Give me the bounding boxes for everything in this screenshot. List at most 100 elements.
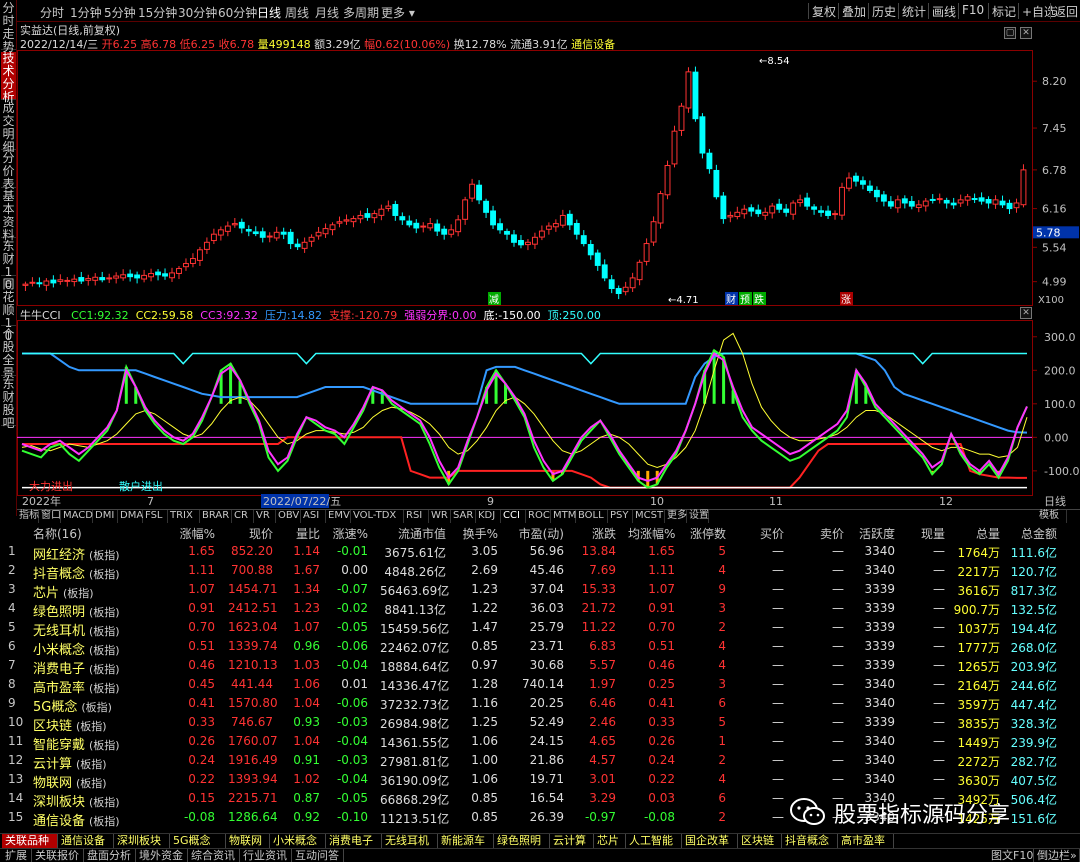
table-row[interactable]: 13 物联网 (板指) 0.22 1393.94 1.02 -0.04 36190.09亿 1.…: [0, 770, 1080, 791]
indicator-tab-17[interactable]: KDJ: [476, 510, 501, 523]
related-tab-6[interactable]: 消费电子: [326, 834, 382, 848]
table-row[interactable]: 8 高市盈率 (板指) 0.45 441.44 1.06 0.01 14336.47亿 1.28…: [0, 675, 1080, 696]
period-2[interactable]: 5分钟: [104, 4, 136, 21]
table-row[interactable]: 10 区块链 (板指) 0.33 746.67 0.93 -0.03 26984.98亿 1.2…: [0, 713, 1080, 734]
indicator-tab-21[interactable]: BOLL: [576, 510, 608, 523]
table-row[interactable]: 1 网红经济 (板指) 1.65 852.20 1.14 -0.01 3675.61亿 3.05…: [0, 542, 1080, 563]
period-0[interactable]: 分时: [40, 4, 64, 21]
tool-8[interactable]: 返回: [1050, 3, 1080, 19]
left-tab-2[interactable]: 成交明细: [1, 102, 16, 154]
indicator-tab-3[interactable]: DMI: [93, 510, 118, 523]
related-tab-10[interactable]: 云计算: [550, 834, 594, 848]
left-tab-1[interactable]: 技术分析: [1, 52, 16, 104]
indicator-tab-4[interactable]: DMA: [118, 510, 143, 523]
period-6[interactable]: 日线: [257, 4, 281, 21]
indicator-tab-1[interactable]: 窗口: [39, 510, 61, 523]
col-header-11[interactable]: 买价: [740, 525, 784, 542]
table-row[interactable]: 5 无线耳机 (板指) 0.70 1623.04 1.07 -0.05 15459.56亿 1.…: [0, 618, 1080, 639]
indicator-tab-18[interactable]: CCI: [501, 510, 526, 523]
col-header-16[interactable]: 总金额: [1005, 525, 1057, 542]
related-tab-12[interactable]: 人工智能: [626, 834, 682, 848]
candlestick-chart[interactable]: 8.20 7.45 6.78 6.16 5.54 4.99 5.78 X100 ←8.54 ←4.…: [17, 50, 1080, 306]
related-tab-5[interactable]: 小米概念: [270, 834, 326, 848]
f10-button[interactable]: 图文F10: [988, 849, 1034, 862]
col-header-13[interactable]: 活跃度: [855, 525, 895, 542]
col-header-5[interactable]: 流通市值: [380, 525, 446, 542]
indicator-tab-19[interactable]: ROC: [526, 510, 551, 523]
indicator-tab-8[interactable]: CR: [232, 510, 254, 523]
col-header-10[interactable]: 涨停数: [688, 525, 726, 542]
period-3[interactable]: 15分钟: [138, 4, 177, 21]
related-tab-16[interactable]: 高市盈率: [838, 834, 894, 848]
col-header-3[interactable]: 量比: [282, 525, 320, 542]
indicator-tab-2[interactable]: MACD: [61, 510, 93, 523]
status-tab-5[interactable]: 行业资讯: [240, 849, 292, 862]
tool-2[interactable]: 历史: [868, 3, 899, 19]
status-tab-0[interactable]: 扩展: [2, 849, 32, 862]
period-8[interactable]: 月线: [315, 4, 339, 21]
indicator-tab-15[interactable]: WR: [429, 510, 451, 523]
period-7[interactable]: 周线: [285, 4, 309, 21]
indicator-tab-10[interactable]: OBV: [276, 510, 301, 523]
related-tab-15[interactable]: 抖音概念: [782, 834, 838, 848]
related-tab-14[interactable]: 区块链: [738, 834, 782, 848]
indicator-tab-22[interactable]: PSY: [608, 510, 633, 523]
indicator-tab-23[interactable]: MCST: [633, 510, 665, 523]
sidebar-toggle[interactable]: 倒边栏»: [1034, 849, 1080, 862]
indicator-tab-24[interactable]: 更多: [665, 510, 687, 523]
indicator-tab-0[interactable]: 指标: [17, 510, 39, 523]
related-tab-11[interactable]: 芯片: [594, 834, 626, 848]
table-row[interactable]: 11 智能穿戴 (板指) 0.26 1760.07 1.04 -0.04 14361.55亿 1…: [0, 732, 1080, 753]
table-row[interactable]: 2 抖音概念 (板指) 1.11 700.88 1.67 0.00 4848.26亿 2.69 4…: [0, 561, 1080, 582]
related-tab-0[interactable]: 关联品种: [2, 834, 58, 848]
close-indicator-icon[interactable]: ✕: [1020, 307, 1032, 319]
sector-name[interactable]: 通信设备 (板指): [33, 810, 120, 829]
left-tab-4[interactable]: 基本资料: [1, 190, 16, 242]
related-tab-13[interactable]: 国企改革: [682, 834, 738, 848]
left-tab-5[interactable]: 东财10: [1, 240, 16, 292]
related-tab-7[interactable]: 无线耳机: [382, 834, 438, 848]
indicator-tab-6[interactable]: TRIX: [168, 510, 200, 523]
tool-6[interactable]: 标记: [988, 3, 1019, 19]
table-row[interactable]: 12 云计算 (板指) 0.24 1916.49 0.91 -0.03 27981.81亿 1.…: [0, 751, 1080, 772]
related-tab-2[interactable]: 深圳板块: [114, 834, 170, 848]
left-tab-7[interactable]: 个股全景: [1, 328, 16, 380]
col-header-14[interactable]: 现量: [905, 525, 945, 542]
cci-indicator-chart[interactable]: 300.0 200.0 100.0 0.00 -100.0 大力进出 散户进出: [17, 320, 1080, 496]
indicator-tab-7[interactable]: BRAR: [200, 510, 232, 523]
indicator-tab-25[interactable]: 设置: [687, 510, 709, 523]
col-header-1[interactable]: 涨幅%: [170, 525, 215, 542]
tool-0[interactable]: 复权: [808, 3, 839, 19]
table-row[interactable]: 4 绿色照明 (板指) 0.91 2412.51 1.23 -0.02 8841.13亿 1.2…: [0, 599, 1080, 620]
status-tab-3[interactable]: 境外资金: [136, 849, 188, 862]
col-header-2[interactable]: 现价: [228, 525, 273, 542]
table-row[interactable]: 3 芯片 (板指) 1.07 1454.71 1.34 -0.07 56463.69亿 1.23…: [0, 580, 1080, 601]
col-header-7[interactable]: 市盈(动): [510, 525, 564, 542]
table-row[interactable]: 6 小米概念 (板指) 0.51 1339.74 0.96 -0.06 22462.07亿 0.…: [0, 637, 1080, 658]
related-tab-4[interactable]: 物联网: [226, 834, 270, 848]
left-tab-8[interactable]: 东财股吧: [1, 378, 16, 430]
table-row[interactable]: 9 5G概念 (板指) 0.41 1570.80 1.04 -0.06 37232.73亿 1.…: [0, 694, 1080, 715]
indicator-tab-13[interactable]: VOL-TDX: [351, 510, 404, 523]
indicator-tab-16[interactable]: SAR: [451, 510, 476, 523]
status-tab-1[interactable]: 关联报价: [32, 849, 84, 862]
col-header-0[interactable]: 名称(16): [33, 525, 82, 542]
period-10[interactable]: 更多 ▾: [381, 4, 415, 21]
tool-1[interactable]: 叠加: [838, 3, 869, 19]
table-row[interactable]: 7 消费电子 (板指) 0.46 1210.13 1.03 -0.04 18884.64亿 0.…: [0, 656, 1080, 677]
template-tab[interactable]: 模板: [1037, 510, 1067, 523]
status-tab-4[interactable]: 综合资讯: [188, 849, 240, 862]
status-tab-6[interactable]: 互动问答: [292, 849, 344, 862]
tool-3[interactable]: 统计: [898, 3, 929, 19]
left-tab-6[interactable]: 同花顺10: [1, 278, 16, 343]
col-header-12[interactable]: 卖价: [800, 525, 844, 542]
col-header-15[interactable]: 总量: [950, 525, 1000, 542]
period-9[interactable]: 多周期: [343, 4, 379, 21]
col-header-8[interactable]: 涨跌: [570, 525, 616, 542]
col-header-9[interactable]: 均涨幅%: [628, 525, 675, 542]
related-tab-8[interactable]: 新能源车: [438, 834, 494, 848]
left-tab-0[interactable]: 分时走势: [1, 2, 16, 54]
close-icon[interactable]: ✕: [1020, 27, 1032, 39]
related-tab-3[interactable]: 5G概念: [170, 834, 226, 848]
tool-5[interactable]: F10: [958, 3, 987, 19]
